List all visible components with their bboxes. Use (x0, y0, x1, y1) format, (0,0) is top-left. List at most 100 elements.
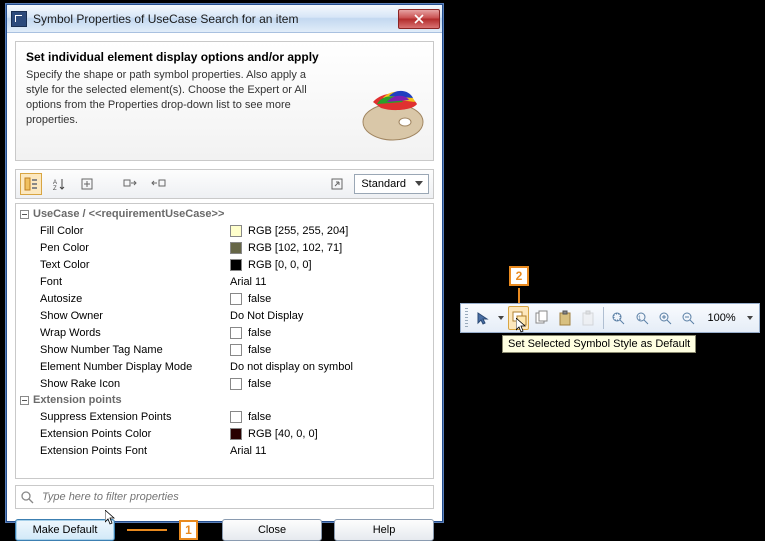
property-value[interactable]: RGB [255, 255, 204] (230, 225, 433, 237)
property-label: Pen Color (40, 242, 230, 254)
property-value[interactable]: Do Not Display (230, 310, 433, 322)
property-value[interactable]: false (230, 327, 433, 339)
property-value[interactable]: RGB [0, 0, 0] (230, 259, 433, 271)
property-label: Show Owner (40, 310, 230, 322)
property-row[interactable]: Extension Points ColorRGB [40, 0, 0] (16, 425, 433, 442)
color-swatch (230, 225, 242, 237)
properties-grid[interactable]: UseCase / <<requirementUseCase>>Fill Col… (15, 203, 434, 479)
tooltip: Set Selected Symbol Style as Default (502, 335, 696, 353)
collapse-icon[interactable] (20, 396, 29, 405)
filter-row (15, 485, 434, 509)
alpha-sort-button[interactable]: AZ (48, 173, 70, 195)
callout-2: 2 (509, 266, 529, 286)
property-row[interactable]: Element Number Display ModeDo not displa… (16, 358, 433, 375)
property-value[interactable]: false (230, 344, 433, 356)
property-row[interactable]: Show Number Tag Namefalse (16, 341, 433, 358)
close-button[interactable]: Close (222, 519, 322, 541)
cursor-icon (105, 510, 115, 526)
property-value[interactable]: false (230, 293, 433, 305)
property-label: Text Color (40, 259, 230, 271)
collapse-icon[interactable] (20, 210, 29, 219)
toolbar-grip[interactable] (465, 308, 468, 328)
select-tool-button[interactable] (472, 306, 493, 330)
property-value-text: Do not display on symbol (230, 361, 353, 373)
property-value[interactable]: false (230, 378, 433, 390)
checkbox-icon[interactable] (230, 293, 242, 305)
property-value-text: RGB [0, 0, 0] (248, 259, 312, 271)
property-row[interactable]: FontArial 11 (16, 273, 433, 290)
zoom-level[interactable]: 100% (701, 312, 743, 324)
view-mode-select[interactable]: Standard (354, 174, 429, 194)
property-label: Extension Points Font (40, 445, 230, 457)
property-label: Extension Points Color (40, 428, 230, 440)
zoom-fit-button[interactable] (608, 306, 629, 330)
callout-1: 1 (179, 520, 198, 540)
chevron-down-icon (412, 177, 426, 191)
property-value[interactable]: Arial 11 (230, 445, 433, 457)
group-header[interactable]: Extension points (16, 392, 433, 408)
categorized-view-button[interactable] (20, 173, 42, 195)
app-icon (11, 11, 27, 27)
symbol-properties-dialog: Symbol Properties of UseCase Search for … (6, 4, 443, 522)
property-row[interactable]: Pen ColorRGB [102, 102, 71] (16, 239, 433, 256)
color-swatch (230, 259, 242, 271)
help-label: Help (373, 524, 396, 536)
property-row[interactable]: Text Color RGB [0, 0, 0] (16, 256, 433, 273)
property-value-text: Arial 11 (230, 276, 266, 288)
property-row[interactable]: Wrap Wordsfalse (16, 324, 433, 341)
property-value[interactable]: RGB [102, 102, 71] (230, 242, 433, 254)
property-row[interactable]: Show OwnerDo Not Display (16, 307, 433, 324)
property-row[interactable]: Suppress Extension Pointsfalse (16, 408, 433, 425)
palette-icon (353, 88, 427, 142)
info-panel: Set individual element display options a… (15, 41, 434, 161)
paste-button[interactable] (555, 306, 576, 330)
property-label: Show Rake Icon (40, 378, 230, 390)
window-close-button[interactable] (398, 9, 440, 29)
property-value-text: false (248, 378, 271, 390)
property-value[interactable]: Do not display on symbol (230, 361, 433, 373)
checkbox-icon[interactable] (230, 344, 242, 356)
checkbox-icon[interactable] (230, 411, 242, 423)
expand-panel-button[interactable] (326, 173, 348, 195)
zoom-actual-button[interactable]: 1 (631, 306, 652, 330)
clear-style-button[interactable] (148, 173, 170, 195)
help-button[interactable]: Help (334, 519, 434, 541)
make-default-label: Make Default (33, 524, 98, 536)
select-tool-dropdown[interactable] (496, 316, 506, 320)
property-row[interactable]: Show Rake Icon false (16, 375, 433, 392)
info-title: Set individual element display options a… (26, 50, 423, 64)
zoom-in-button[interactable] (654, 306, 675, 330)
property-value[interactable]: RGB [40, 0, 0] (230, 428, 433, 440)
property-label: Autosize (40, 293, 230, 305)
titlebar[interactable]: Symbol Properties of UseCase Search for … (7, 5, 442, 33)
property-value[interactable]: false (230, 411, 433, 423)
property-value[interactable]: Arial 11 (230, 276, 433, 288)
checkbox-icon[interactable] (230, 327, 242, 339)
zoom-out-button[interactable] (677, 306, 698, 330)
property-row[interactable]: Fill ColorRGB [255, 255, 204] (16, 222, 433, 239)
filter-input[interactable] (40, 490, 429, 504)
property-label: Element Number Display Mode (40, 361, 230, 373)
expand-button[interactable] (76, 173, 98, 195)
toolbar-separator (603, 307, 604, 329)
property-value-text: Do Not Display (230, 310, 303, 322)
property-label: Font (40, 276, 230, 288)
checkbox-icon[interactable] (230, 378, 242, 390)
property-row[interactable]: Extension Points FontArial 11 (16, 442, 433, 459)
property-label: Fill Color (40, 225, 230, 237)
make-default-button[interactable]: Make Default (15, 519, 115, 541)
view-mode-value: Standard (361, 178, 406, 190)
property-value-text: Arial 11 (230, 445, 266, 457)
apply-style-button[interactable] (120, 173, 142, 195)
search-icon (20, 490, 34, 504)
diagram-toolbar: 1 100% (460, 303, 760, 333)
cursor-icon (516, 318, 526, 334)
info-text: Specify the shape or path symbol propert… (26, 68, 326, 127)
property-label: Suppress Extension Points (40, 411, 230, 423)
group-header[interactable]: UseCase / <<requirementUseCase>> (16, 206, 433, 222)
copy-style-button[interactable] (531, 306, 552, 330)
zoom-dropdown[interactable] (745, 316, 755, 320)
property-row[interactable]: Autosizefalse (16, 290, 433, 307)
close-icon (414, 14, 424, 24)
paste-style-button[interactable] (578, 306, 599, 330)
